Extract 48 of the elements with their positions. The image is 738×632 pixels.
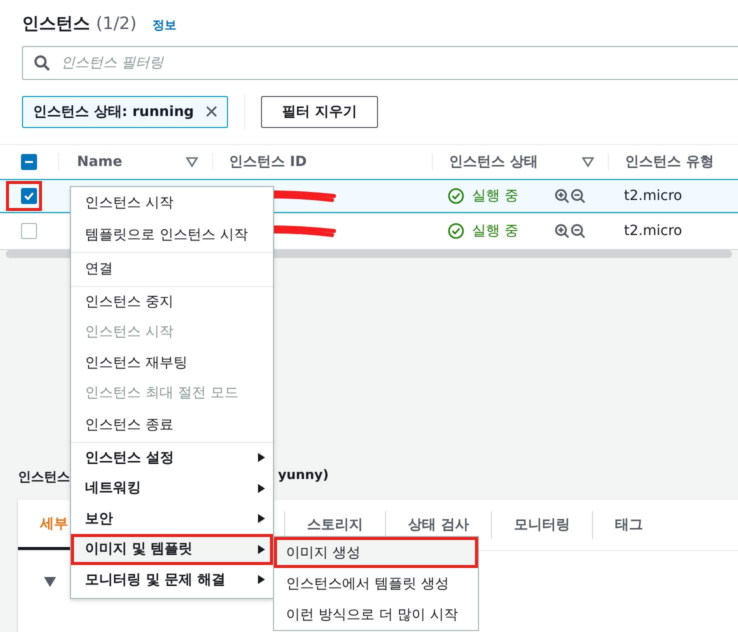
column-header[interactable]: 인스턴스 ID bbox=[229, 153, 307, 171]
zoom-in-icon[interactable] bbox=[554, 222, 570, 238]
menu-item[interactable]: 이미지 생성 bbox=[274, 537, 478, 568]
submenu-arrow-icon bbox=[258, 575, 265, 584]
menu-item[interactable]: 이미지 및 템플릿 bbox=[71, 534, 273, 564]
status-text: 실행 중 bbox=[472, 222, 518, 240]
submenu-arrow-icon bbox=[258, 544, 265, 554]
menu-item[interactable]: 인스턴스 중지 bbox=[71, 286, 273, 317]
select-all-checkbox[interactable] bbox=[21, 154, 37, 170]
submenu-arrow-icon bbox=[258, 514, 265, 524]
submenu-arrow-icon bbox=[258, 484, 265, 493]
menu-item[interactable]: 인스턴스에서 템플릿 생성 bbox=[274, 568, 478, 599]
menu-item[interactable]: 이런 방식으로 더 많이 시작 bbox=[274, 599, 478, 630]
menu-item[interactable]: 연결 bbox=[71, 252, 273, 286]
sort-icon[interactable] bbox=[582, 157, 594, 167]
search-field[interactable]: 인스턴스 필터링 bbox=[22, 46, 738, 80]
menu-item[interactable]: 인스턴스 설정 bbox=[71, 442, 273, 473]
column-header[interactable]: 인스턴스 유형 bbox=[625, 153, 714, 171]
details-title: 인스턴스 bbox=[18, 469, 70, 487]
table-cell: t2.micro bbox=[624, 188, 682, 204]
menu-item[interactable]: 인스턴스 재부팅 bbox=[71, 348, 273, 378]
clear-filters-button[interactable]: 필터 지우기 bbox=[260, 96, 378, 128]
tab[interactable]: 모니터링 bbox=[492, 500, 592, 550]
expand-triangle-icon[interactable] bbox=[44, 577, 56, 587]
info-link[interactable]: 정보 bbox=[152, 17, 177, 34]
zoom-out-icon[interactable] bbox=[570, 188, 586, 204]
instance-count: (1/2) bbox=[96, 14, 137, 34]
details-title: yunny) bbox=[278, 468, 329, 485]
zoom-in-icon[interactable] bbox=[554, 188, 570, 204]
page-title: 인스턴스 bbox=[22, 13, 90, 35]
row-checkbox[interactable] bbox=[21, 188, 37, 204]
check-circle-icon bbox=[448, 188, 464, 204]
zoom-out-icon[interactable] bbox=[570, 222, 586, 238]
column-header[interactable]: 인스턴스 상태 bbox=[449, 153, 538, 171]
table-cell: t2.micro bbox=[624, 222, 682, 238]
sort-icon[interactable] bbox=[186, 157, 198, 167]
status-text: 실행 중 bbox=[472, 187, 518, 205]
submenu-arrow-icon bbox=[258, 453, 265, 462]
menu-item[interactable]: 모니터링 및 문제 해결 bbox=[71, 564, 273, 595]
row-checkbox[interactable] bbox=[21, 222, 37, 238]
filter-label: 인스턴스 상태: running bbox=[33, 103, 194, 121]
remove-filter-button[interactable]: ✕ bbox=[202, 101, 221, 123]
check-icon bbox=[24, 192, 34, 200]
menu-item[interactable]: 템플릿으로 인스턴스 시작 bbox=[71, 218, 273, 252]
column-header[interactable]: Name bbox=[77, 154, 122, 170]
tab[interactable]: 태그 bbox=[592, 500, 665, 550]
check-circle-icon bbox=[448, 222, 464, 238]
menu-item[interactable]: 인스턴스 종료 bbox=[71, 408, 273, 442]
